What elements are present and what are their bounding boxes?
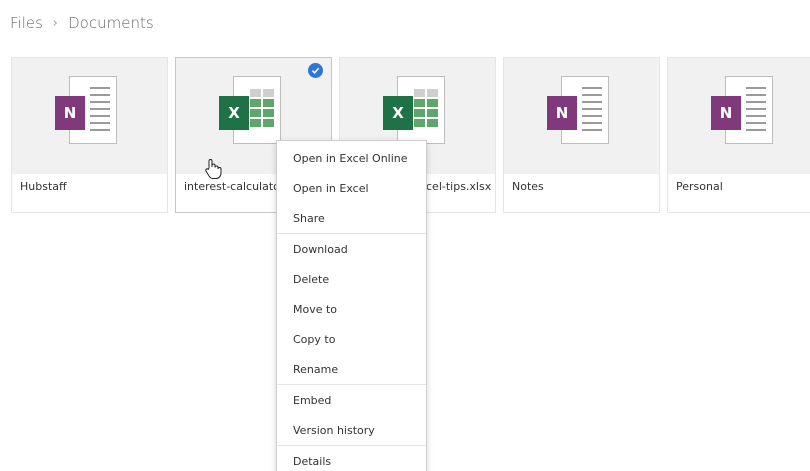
onenote-icon: N — [55, 76, 117, 146]
excel-icon: X — [219, 76, 281, 146]
menu-item-download[interactable]: Download — [277, 234, 426, 264]
onenote-icon: N — [711, 76, 773, 146]
menu-item-rename[interactable]: Rename — [277, 354, 426, 384]
menu-item-share[interactable]: Share — [277, 203, 426, 233]
menu-item-delete[interactable]: Delete — [277, 264, 426, 294]
menu-item-version-history[interactable]: Version history — [277, 415, 426, 445]
context-menu: Open in Excel Online Open in Excel Share… — [276, 140, 427, 471]
file-thumbnail: N — [504, 58, 659, 174]
breadcrumb-documents: Documents — [68, 14, 154, 32]
breadcrumb: Files › Documents — [10, 12, 154, 34]
menu-item-details[interactable]: Details — [277, 446, 426, 471]
menu-item-embed[interactable]: Embed — [277, 385, 426, 415]
menu-item-copy-to[interactable]: Copy to — [277, 324, 426, 354]
onenote-icon: N — [547, 76, 609, 146]
breadcrumb-files[interactable]: Files — [10, 14, 43, 32]
file-name[interactable]: Personal — [676, 180, 810, 193]
file-tile-hubstaff[interactable]: N Hubstaff — [11, 57, 168, 213]
file-name[interactable]: Hubstaff — [20, 180, 170, 193]
file-name[interactable]: Notes — [512, 180, 662, 193]
menu-item-move-to[interactable]: Move to — [277, 294, 426, 324]
menu-item-open-in-excel-online[interactable]: Open in Excel Online — [277, 143, 426, 173]
file-tile-notes[interactable]: N Notes — [503, 57, 660, 213]
file-thumbnail: N — [12, 58, 167, 174]
excel-icon: X — [383, 76, 445, 146]
breadcrumb-separator: › — [52, 15, 59, 31]
checkmark-icon[interactable] — [308, 63, 323, 78]
file-tile-personal[interactable]: N Personal — [667, 57, 810, 213]
menu-item-open-in-excel[interactable]: Open in Excel — [277, 173, 426, 203]
hand-pointer-icon — [203, 158, 223, 180]
file-thumbnail: N — [668, 58, 810, 174]
